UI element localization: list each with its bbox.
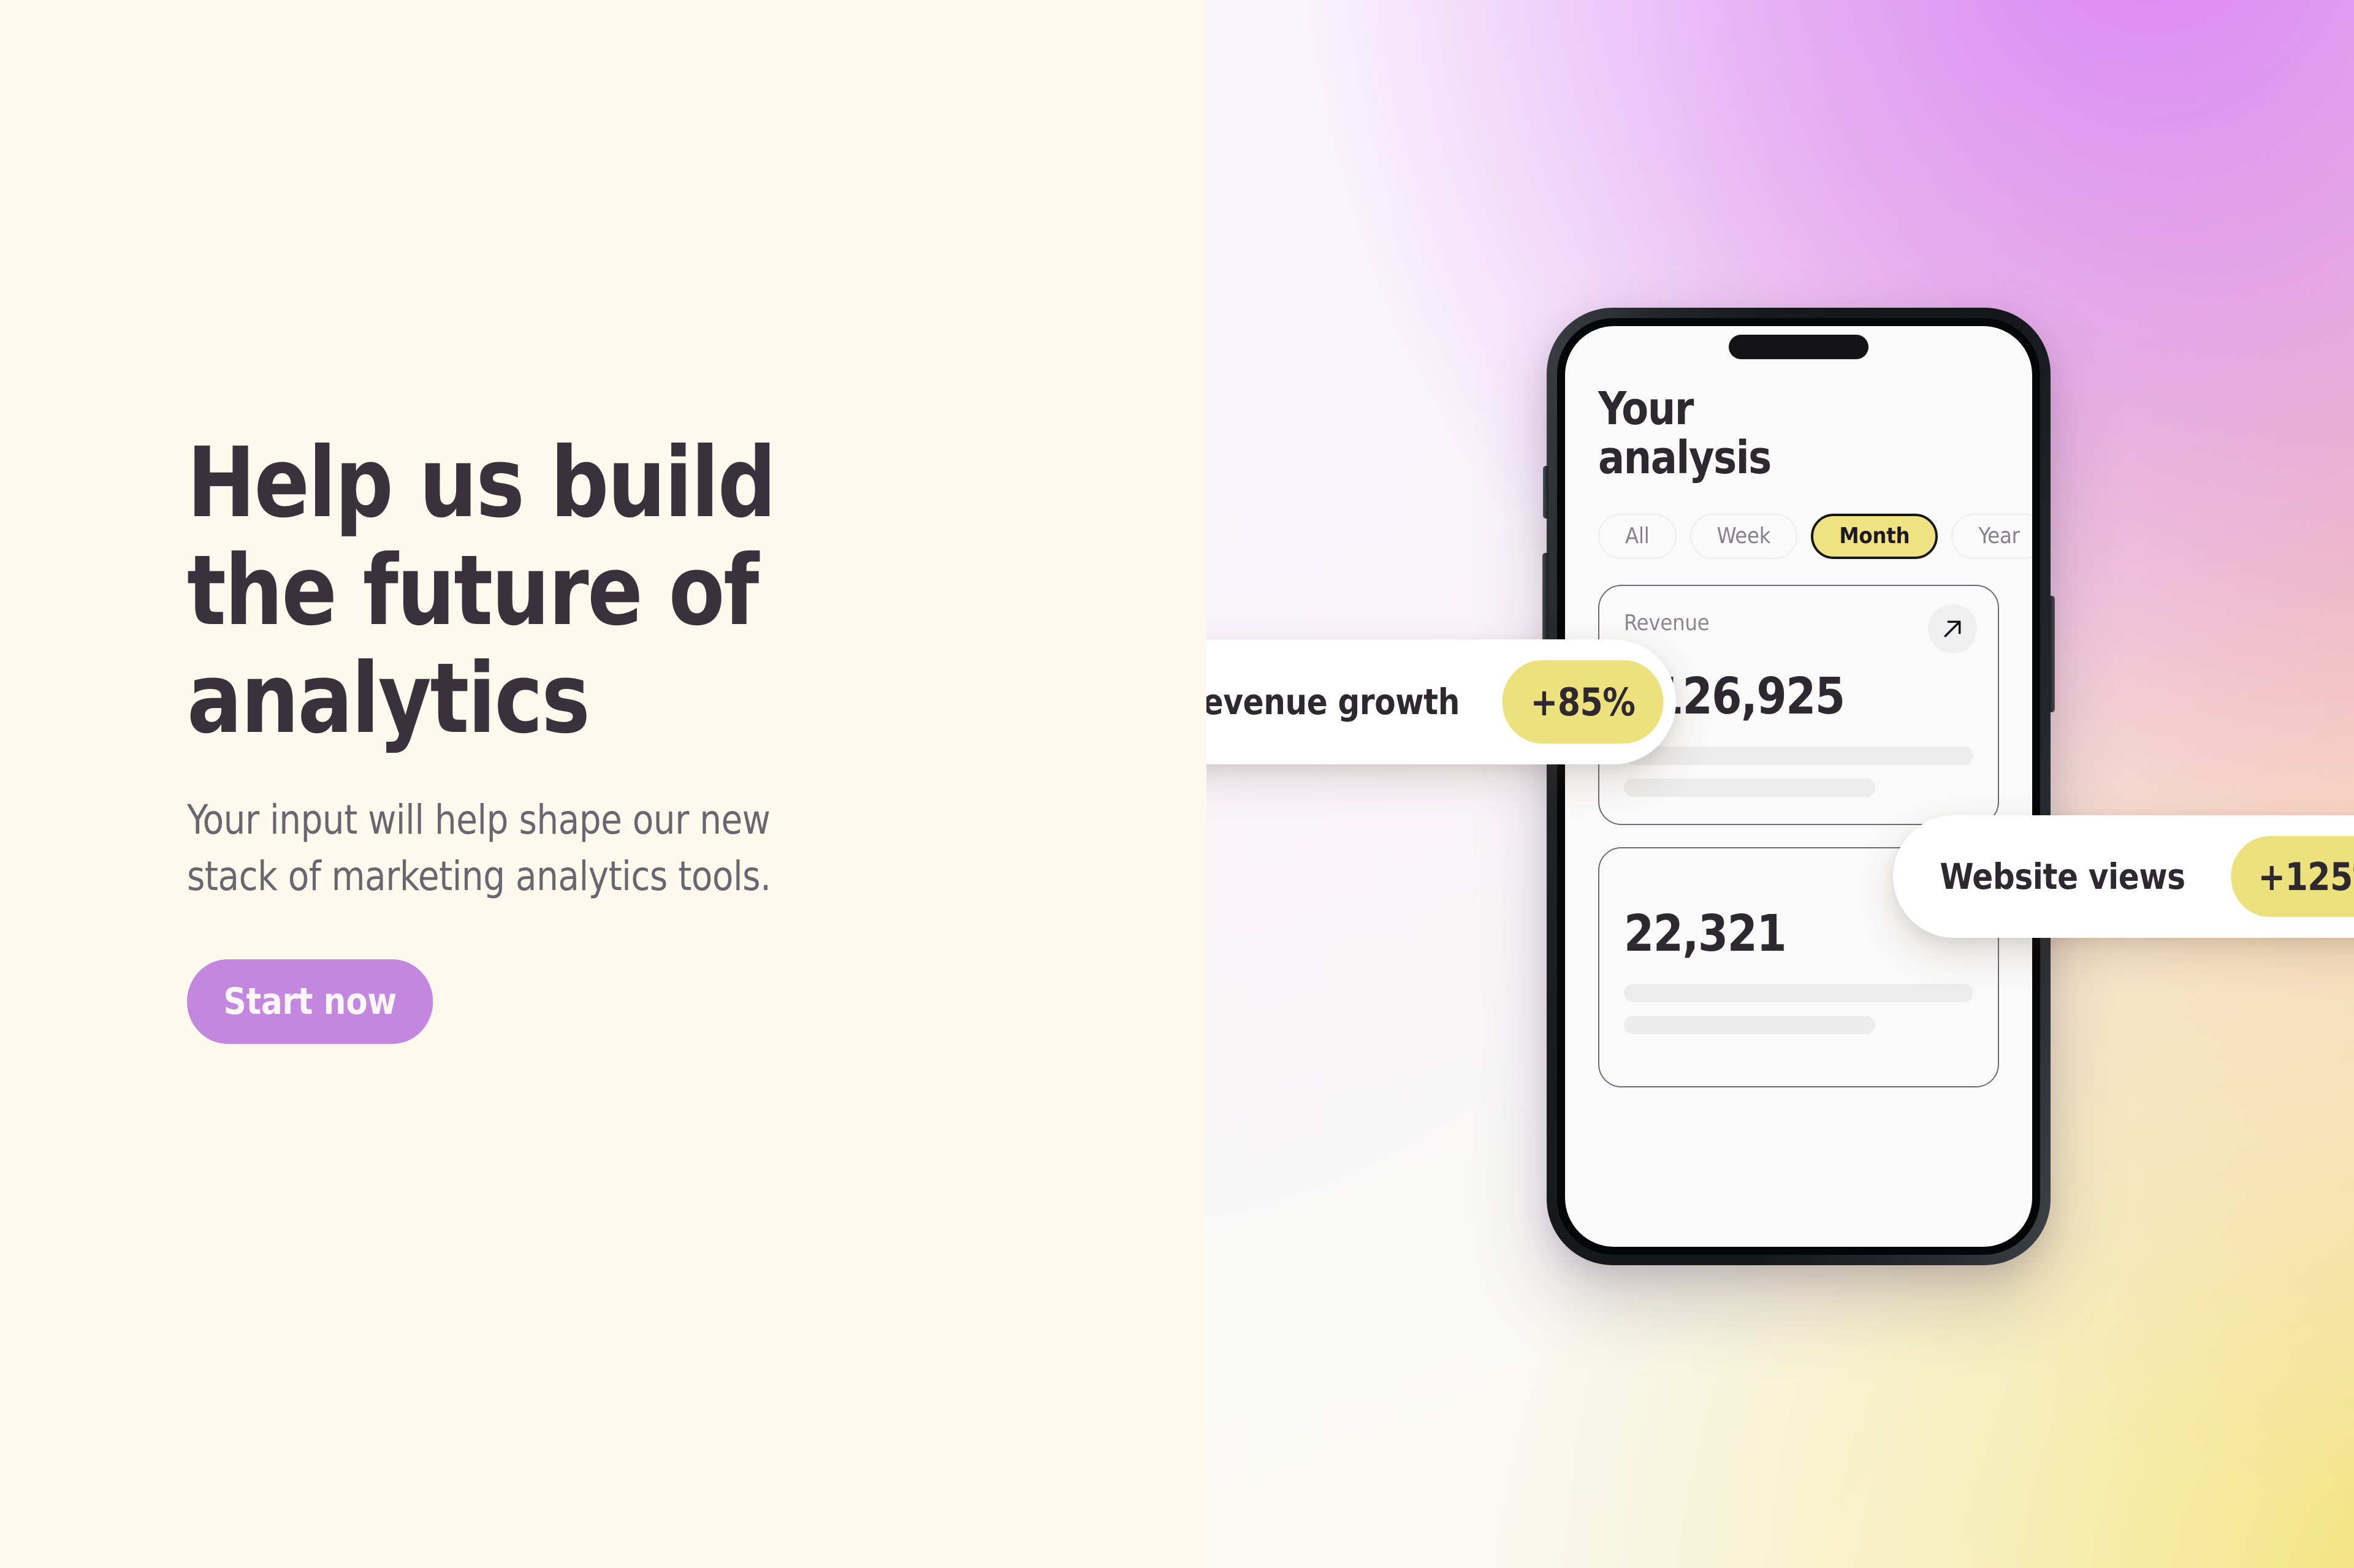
arrow-up-right-icon[interactable] [1928,604,1977,653]
floating-pill-website-views[interactable]: Website views +125% [1893,815,2354,938]
phone-volume-up-button[interactable] [1542,553,1548,645]
skeleton-bar [1624,746,1973,765]
filter-chip-week[interactable]: Week [1689,513,1798,559]
start-now-button[interactable]: Start now [187,959,433,1044]
phone-mute-switch[interactable] [1543,466,1548,519]
cta-container: Start now [187,959,1002,1044]
phone-power-button[interactable] [2049,596,2055,712]
filter-chip-year[interactable]: Year [1951,513,2032,559]
dynamic-island [1729,335,1868,359]
hero-right-panel: Your analysis All Week Month Year Revenu… [1206,0,2354,1568]
floating-pill-revenue-growth[interactable]: Revenue growth +85% [1206,639,1677,764]
skeleton-bar [1624,983,1973,1002]
floating-pill-badge: +125% [2231,836,2354,917]
skeleton-bar [1624,778,1876,797]
landing-page: Help us build the future of analytics Yo… [0,0,2354,1568]
phone-bezel: Your analysis All Week Month Year Revenu… [1557,318,2040,1255]
hero-left-panel: Help us build the future of analytics Yo… [0,0,1206,1568]
filter-chip-month[interactable]: Month [1811,513,1938,559]
floating-pill-label: Revenue growth [1206,681,1460,723]
analytics-app: Your analysis All Week Month Year Revenu… [1565,326,2032,1247]
phone-mockup: Your analysis All Week Month Year Revenu… [1542,308,2055,1265]
floating-pill-badge: +85% [1502,660,1663,744]
filter-chip-all[interactable]: All [1598,513,1677,559]
metric-card-label: Revenue [1624,610,1710,636]
skeleton-bar [1624,1015,1876,1034]
phone-screen: Your analysis All Week Month Year Revenu… [1565,326,2032,1247]
hero-content: Help us build the future of analytics Yo… [187,429,1002,1044]
time-range-filter-group: All Week Month Year [1598,513,2032,559]
page-title: Help us build the future of analytics [187,427,776,756]
app-page-title: Your analysis [1598,382,1772,484]
floating-pill-label: Website views [1940,856,2185,897]
hero-subtitle: Your input will help shape our new stack… [187,796,771,900]
